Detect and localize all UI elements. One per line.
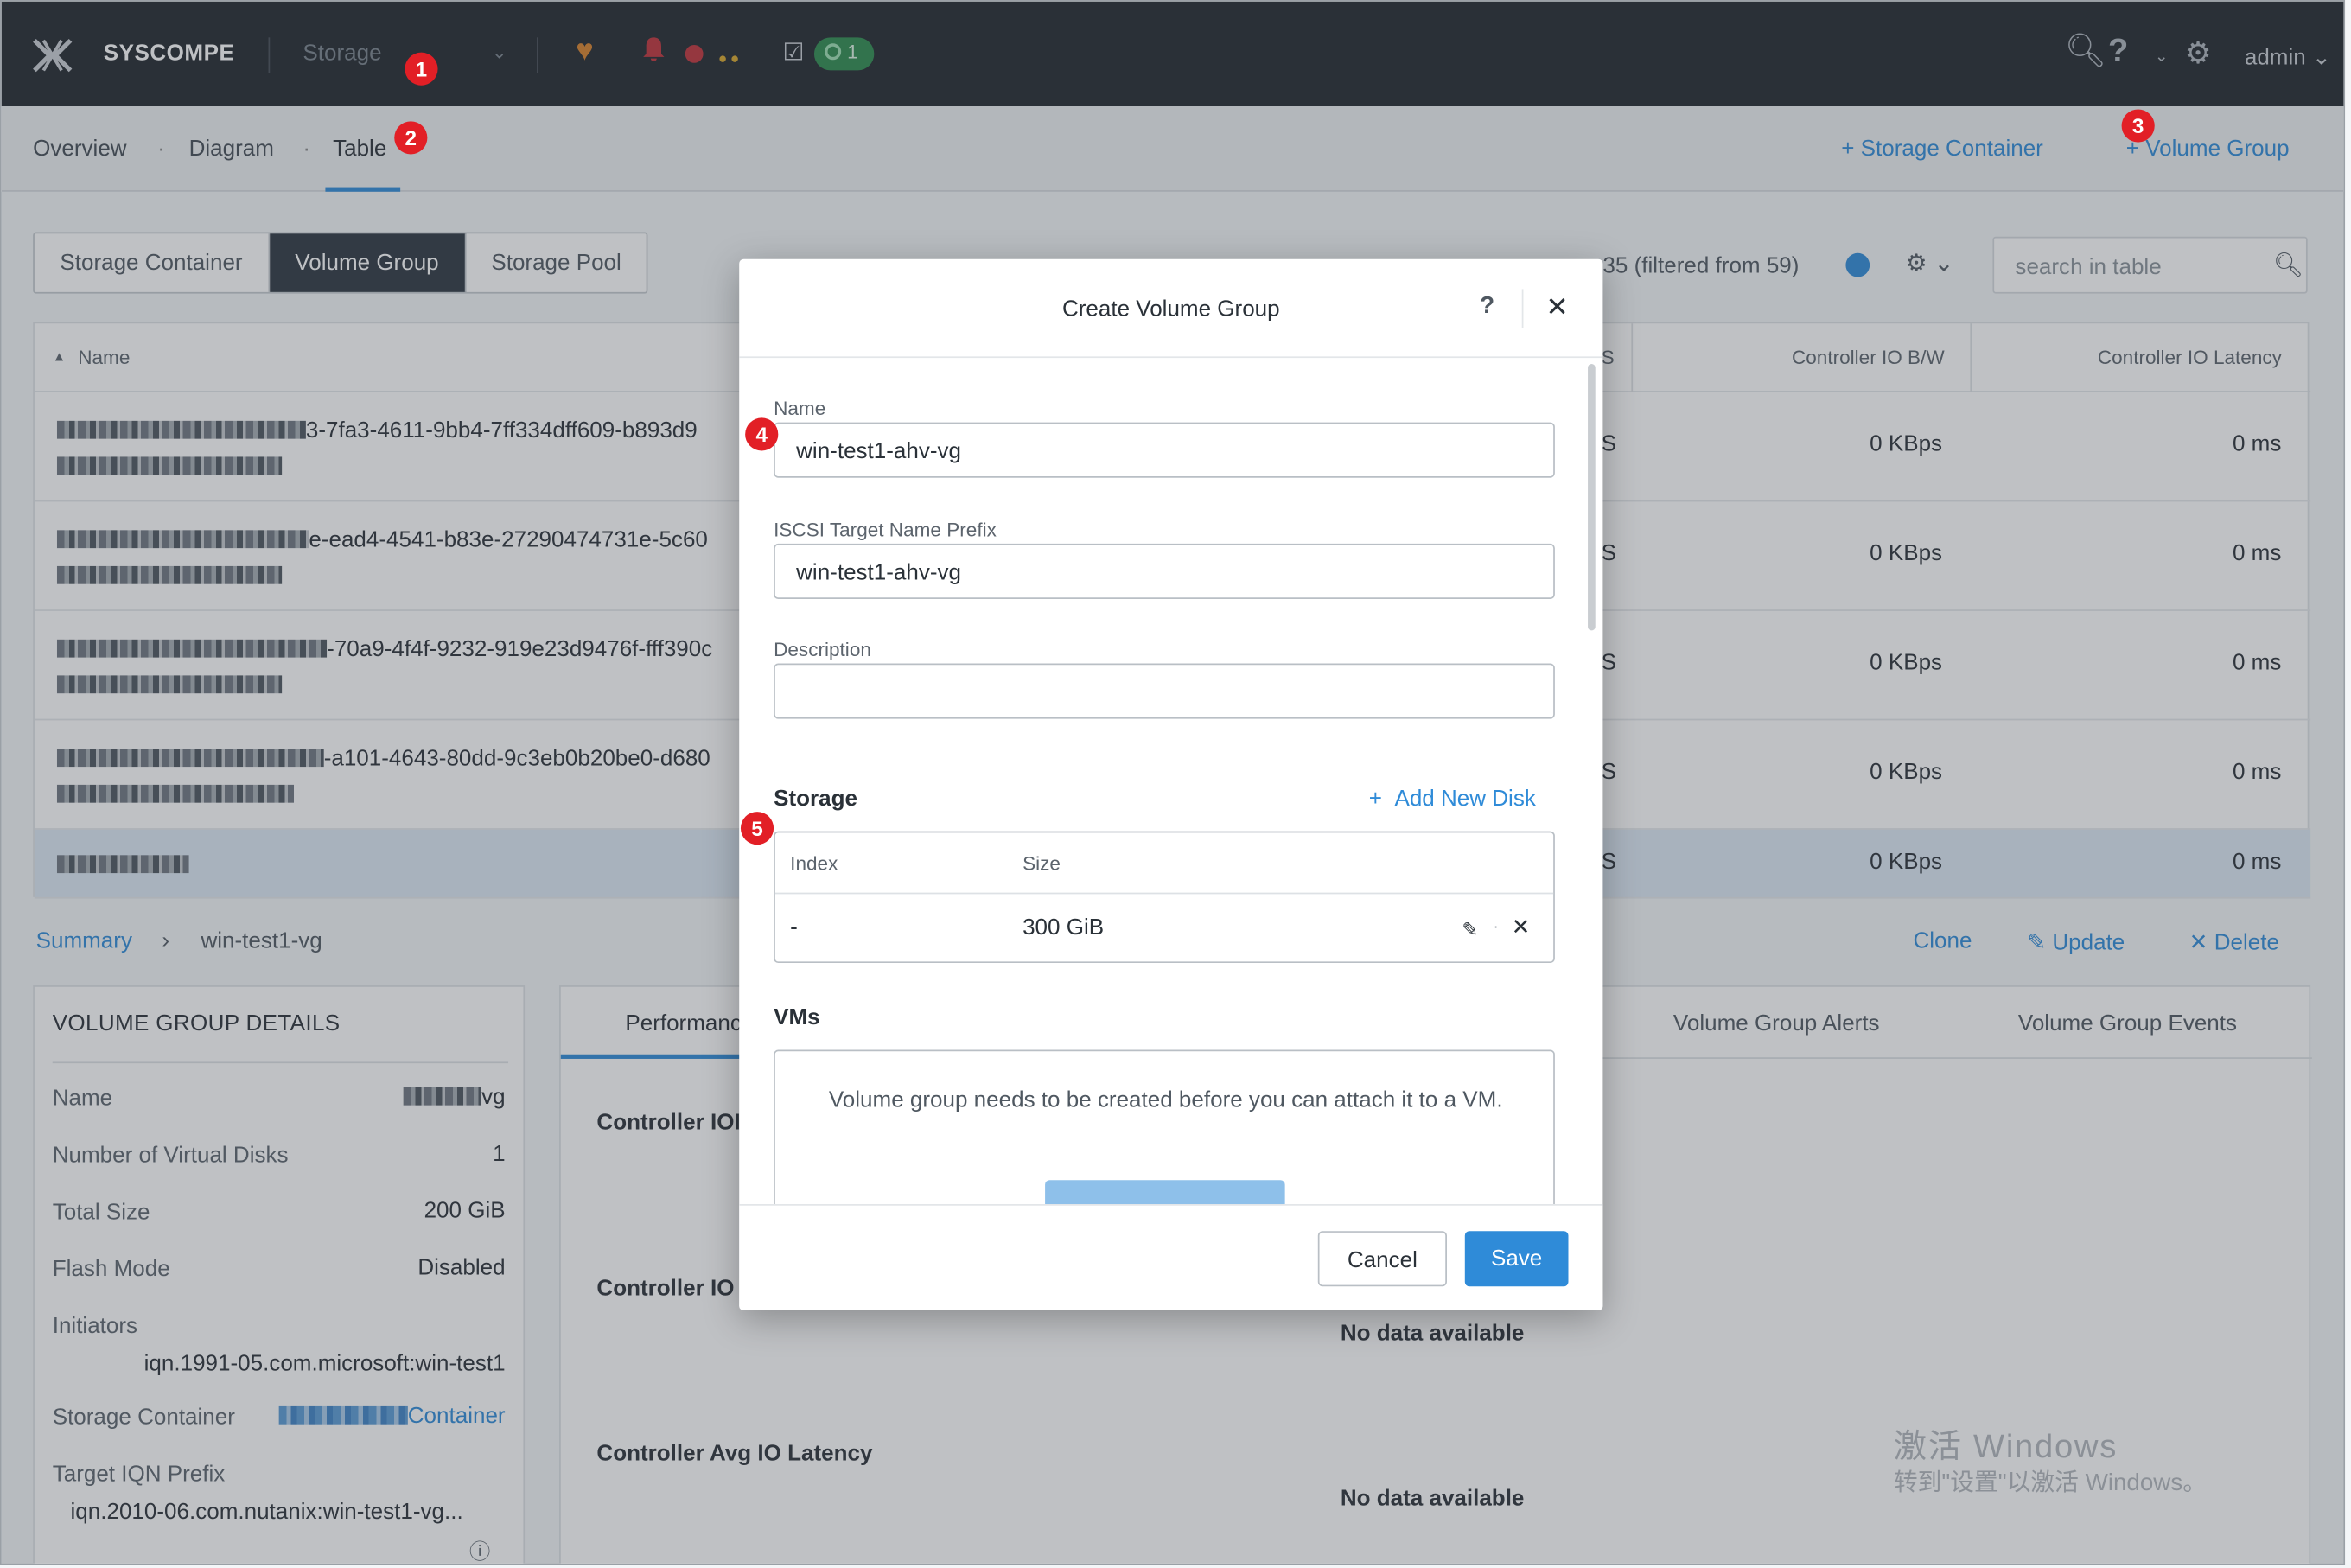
divider <box>1521 289 1524 328</box>
dialog-body: Name win-test1-ahv-vg ISCSI Target Name … <box>739 358 1602 1205</box>
help-icon[interactable]: ? <box>1480 294 1494 321</box>
vms-box: Volume group needs to be created before … <box>774 1049 1555 1205</box>
vms-section-title: VMs <box>774 1004 820 1031</box>
disk-table: Index Size - 300 GiB ✎ · ✕ <box>774 831 1555 964</box>
name-label: Name <box>774 397 826 420</box>
annotation-marker-2: 2 <box>394 121 428 155</box>
separator: · <box>1493 919 1499 936</box>
save-button[interactable]: Save <box>1464 1231 1569 1287</box>
cancel-button[interactable]: Cancel <box>1317 1231 1447 1287</box>
disk-index: - <box>790 915 798 941</box>
iscsi-prefix-label: ISCSI Target Name Prefix <box>774 518 997 541</box>
close-icon[interactable]: ✕ <box>1545 292 1568 323</box>
app-root: SYSCOMPE Storage ⌄ ♥ ●● ☑ 1 🔍︎ ? ⌄ ⚙ adm… <box>0 0 2351 1568</box>
dialog-footer: Cancel Save <box>739 1204 1603 1311</box>
pencil-icon[interactable]: ✎ <box>1462 918 1478 942</box>
annotation-marker-4: 4 <box>745 417 779 451</box>
annotation-marker-5: 5 <box>740 812 774 845</box>
dialog-header: Create Volume Group ? ✕ <box>739 259 1603 359</box>
close-icon[interactable]: ✕ <box>1512 914 1531 940</box>
create-volume-group-dialog: Create Volume Group ? ✕ Name win-test1-a… <box>739 258 1603 1311</box>
description-label: Description <box>774 638 871 661</box>
description-input[interactable] <box>774 663 1555 719</box>
name-input[interactable]: win-test1-ahv-vg <box>774 422 1555 478</box>
annotation-marker-3: 3 <box>2121 109 2155 143</box>
dialog-title: Create Volume Group <box>1061 296 1280 322</box>
screenshot: SYSCOMPE Storage ⌄ ♥ ●● ☑ 1 🔍︎ ? ⌄ ⚙ adm… <box>0 0 2351 1568</box>
add-new-disk-link[interactable]: + Add New Disk <box>1369 787 1536 812</box>
scrollbar[interactable] <box>1588 364 1596 631</box>
storage-section-title: Storage <box>774 786 858 813</box>
iscsi-prefix-input[interactable]: win-test1-ahv-vg <box>774 543 1555 600</box>
annotation-marker-1: 1 <box>405 52 438 86</box>
attach-vm-button[interactable] <box>1045 1180 1285 1205</box>
window-frame: SYSCOMPE Storage ⌄ ♥ ●● ☑ 1 🔍︎ ? ⌄ ⚙ adm… <box>0 0 2346 1565</box>
divider <box>774 892 1554 895</box>
vms-message: Volume group needs to be created before … <box>828 1087 1503 1113</box>
add-new-disk-label: Add New Disk <box>1394 786 1536 813</box>
col-index: Index <box>790 851 838 875</box>
disk-size: 300 GiB <box>1023 915 1105 941</box>
col-size: Size <box>1023 851 1061 875</box>
